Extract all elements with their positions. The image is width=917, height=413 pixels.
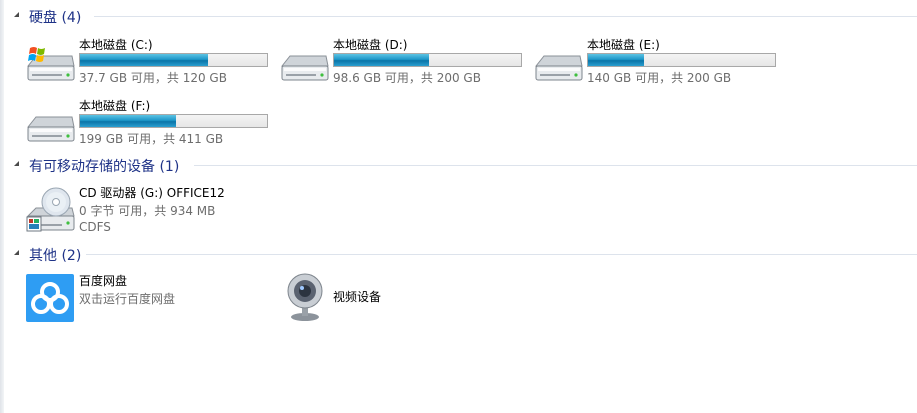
drive-name: 本地磁盘 (F:) xyxy=(79,99,151,113)
hard-drive-icon xyxy=(280,55,329,81)
drive-name: 本地磁盘 (D:) xyxy=(333,38,408,52)
collapse-arrow-icon[interactable] xyxy=(14,12,19,17)
item-name: 视频设备 xyxy=(333,290,382,304)
group-title: 其他 (2) xyxy=(29,248,82,264)
drive-tile-e[interactable]: 本地磁盘 (E:) 140 GB 可用，共 200 GB xyxy=(534,36,784,94)
drive-free-space: 0 字节 可用，共 934 MB xyxy=(79,204,216,218)
navigation-pane-edge[interactable] xyxy=(0,0,4,413)
group-header-hard-disks[interactable]: 硬盘 (4) xyxy=(14,7,917,27)
group-header-other[interactable]: 其他 (2) xyxy=(14,245,917,265)
drive-usage-bar xyxy=(79,53,268,67)
drive-free-space: 199 GB 可用，共 411 GB xyxy=(79,132,224,146)
group-divider xyxy=(194,165,917,166)
explorer-computer-view: 硬盘 (4) 本地磁盘 (C:) 37.7 GB 可用，共 120 GB 本地磁… xyxy=(0,0,917,413)
drive-tile-f[interactable]: 本地磁盘 (F:) 199 GB 可用，共 411 GB xyxy=(26,97,276,155)
item-description: 双击运行百度网盘 xyxy=(79,292,176,306)
drive-name: 本地磁盘 (E:) xyxy=(587,38,660,52)
drive-usage-bar xyxy=(587,53,776,67)
drive-free-space: 140 GB 可用，共 200 GB xyxy=(587,71,732,85)
hard-drive-icon xyxy=(534,55,583,81)
group-title: 有可移动存储的设备 (1) xyxy=(29,159,180,175)
baidu-netdisk-item[interactable]: 百度网盘 双击运行百度网盘 xyxy=(26,272,276,322)
drive-name: CD 驱动器 (G:) OFFICE12 xyxy=(79,186,225,200)
drive-free-space: 37.7 GB 可用，共 120 GB xyxy=(79,71,227,85)
drive-usage-fill xyxy=(80,54,209,66)
item-name: 百度网盘 xyxy=(79,274,128,288)
drive-usage-bar xyxy=(333,53,522,67)
drive-tile-d[interactable]: 本地磁盘 (D:) 98.6 GB 可用，共 200 GB xyxy=(280,36,530,94)
video-device-item[interactable]: 视频设备 xyxy=(280,270,530,324)
group-divider xyxy=(94,16,917,17)
hard-drive-icon xyxy=(26,116,75,142)
drive-usage-fill xyxy=(334,54,429,66)
group-header-removable[interactable]: 有可移动存储的设备 (1) xyxy=(14,156,917,176)
cd-drive-tile-g[interactable]: CD 驱动器 (G:) OFFICE12 0 字节 可用，共 934 MB CD… xyxy=(26,184,276,236)
collapse-arrow-icon[interactable] xyxy=(14,250,19,255)
windows-drive-icon xyxy=(26,47,75,81)
drive-filesystem: CDFS xyxy=(79,220,111,234)
drive-usage-fill xyxy=(588,54,645,66)
webcam-icon xyxy=(287,273,323,321)
baidu-netdisk-icon xyxy=(26,274,74,322)
drive-free-space: 98.6 GB 可用，共 200 GB xyxy=(333,71,481,85)
group-divider xyxy=(86,254,917,255)
drive-name: 本地磁盘 (C:) xyxy=(79,38,153,52)
drive-tile-c[interactable]: 本地磁盘 (C:) 37.7 GB 可用，共 120 GB xyxy=(26,36,276,94)
group-title: 硬盘 (4) xyxy=(29,10,82,26)
drive-usage-fill xyxy=(80,115,177,127)
collapse-arrow-icon[interactable] xyxy=(14,161,19,166)
drive-usage-bar xyxy=(79,114,268,128)
cd-drive-icon xyxy=(26,187,75,232)
